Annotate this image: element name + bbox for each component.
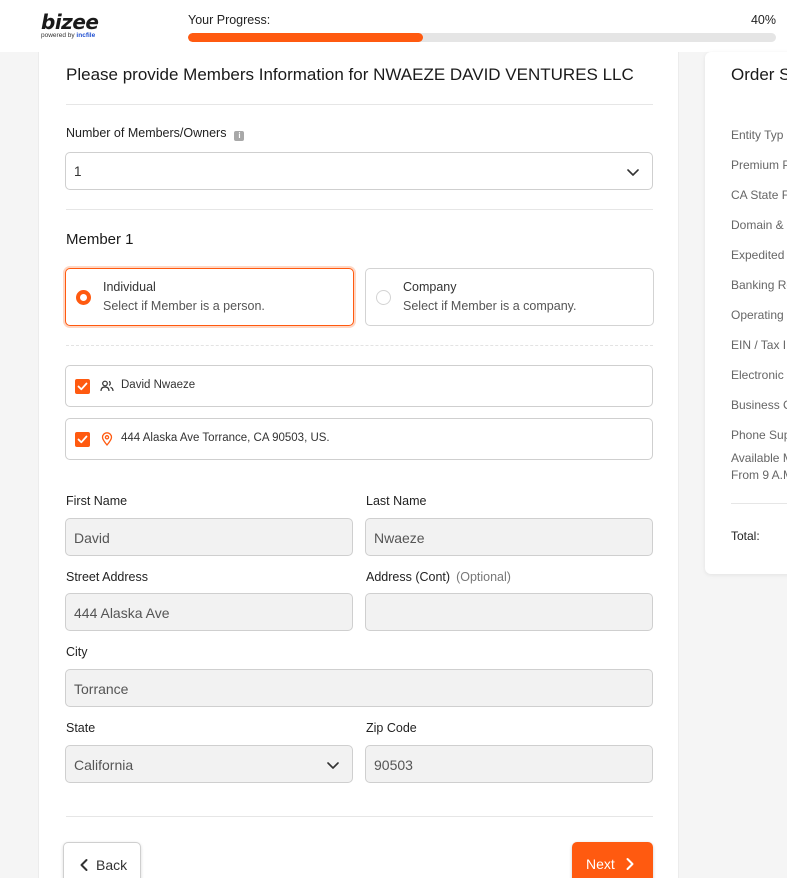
address-cont-field[interactable] xyxy=(365,593,653,631)
member-type-company[interactable]: Company Select if Member is a company. xyxy=(365,268,654,326)
address-cont-label: Address (Cont) (Optional) xyxy=(366,570,511,584)
city-label: City xyxy=(66,645,88,659)
location-pin-icon xyxy=(101,432,113,446)
members-count-label-text: Number of Members/Owners xyxy=(66,126,227,140)
summary-item: Domain & I xyxy=(731,218,787,232)
users-icon xyxy=(100,380,114,392)
summary-item: From 9 A.M xyxy=(731,468,787,482)
back-button-label: Back xyxy=(96,857,128,873)
members-form-card: Please provide Members Information for N… xyxy=(38,52,679,878)
zip-code-field[interactable]: 90503 xyxy=(365,745,653,783)
street-address-value: 444 Alaska Ave xyxy=(74,605,170,621)
zip-code-value: 90503 xyxy=(374,757,413,773)
summary-item: EIN / Tax ID xyxy=(731,338,787,352)
member-name-option[interactable]: David Nwaeze xyxy=(65,365,653,407)
logo-tagline: powered by incfile xyxy=(41,32,98,40)
next-button[interactable]: Next xyxy=(572,842,653,878)
members-count-value: 1 xyxy=(74,164,82,179)
summary-item: Banking Re xyxy=(731,278,787,292)
members-count-label: Number of Members/Owners i xyxy=(66,126,245,141)
back-button[interactable]: Back xyxy=(63,842,141,878)
member-type-description: Select if Member is a person. xyxy=(103,299,265,313)
last-name-field[interactable]: Nwaeze xyxy=(365,518,653,556)
city-field[interactable]: Torrance xyxy=(65,669,653,707)
name-checkbox[interactable] xyxy=(75,379,90,394)
member-type-title: Company xyxy=(403,280,457,294)
member-heading: Member 1 xyxy=(66,231,134,248)
summary-item: Operating xyxy=(731,308,784,322)
progress-bar-fill xyxy=(188,33,424,42)
member-type-title: Individual xyxy=(103,280,156,294)
first-name-field[interactable]: David xyxy=(65,518,353,556)
member-address-text: 444 Alaska Ave Torrance, CA 90503, US. xyxy=(121,432,330,444)
summary-item: Premium P xyxy=(731,158,787,172)
summary-item: Entity Typ xyxy=(731,128,784,142)
checkmark-icon xyxy=(77,382,88,391)
divider xyxy=(66,345,653,346)
order-summary-title: Order S xyxy=(731,65,787,84)
state-select[interactable]: California xyxy=(65,745,353,783)
chevron-right-icon xyxy=(626,858,634,870)
total-label: Total: xyxy=(731,529,760,543)
progress-bar xyxy=(188,33,776,42)
summary-item: Phone Sup xyxy=(731,428,787,442)
first-name-label: First Name xyxy=(66,494,128,508)
optional-tag: (Optional) xyxy=(456,570,511,584)
page-title: Please provide Members Information for N… xyxy=(66,65,634,84)
order-summary-card: Order S Entity Typ Premium P CA State F … xyxy=(705,52,787,574)
info-icon[interactable]: i xyxy=(234,131,245,141)
logo-wordmark: bizee xyxy=(41,10,99,34)
summary-item: Expedited xyxy=(731,248,785,262)
top-bar: bizee powered by incfile Your Progress: … xyxy=(0,0,787,52)
divider xyxy=(66,209,653,210)
divider xyxy=(66,104,653,105)
address-cont-label-text: Address (Cont) xyxy=(366,570,451,584)
logo-brand-text: incfile xyxy=(76,32,96,39)
chevron-down-icon xyxy=(327,762,339,769)
divider xyxy=(66,816,653,817)
last-name-label: Last Name xyxy=(366,494,427,508)
checkmark-icon xyxy=(77,435,88,444)
member-type-description: Select if Member is a company. xyxy=(403,299,577,313)
summary-item: Business C xyxy=(731,398,787,412)
progress-label: Your Progress: xyxy=(188,13,271,27)
member-address-option[interactable]: 444 Alaska Ave Torrance, CA 90503, US. xyxy=(65,418,653,460)
address-checkbox[interactable] xyxy=(75,432,90,447)
street-address-label: Street Address xyxy=(66,570,148,584)
progress-percent: 40% xyxy=(750,13,776,27)
summary-item: CA State F xyxy=(731,188,787,202)
last-name-value: Nwaeze xyxy=(374,530,425,546)
chevron-left-icon xyxy=(80,859,88,871)
bizee-logo[interactable]: bizee powered by incfile xyxy=(41,10,99,40)
first-name-value: David xyxy=(74,530,110,546)
summary-item: Electronic xyxy=(731,368,784,382)
street-address-field[interactable]: 444 Alaska Ave xyxy=(65,593,353,631)
zip-code-label: Zip Code xyxy=(366,721,417,735)
logo-powered-text: powered by xyxy=(41,32,75,39)
chevron-down-icon xyxy=(627,169,639,176)
divider xyxy=(731,503,787,504)
member-name-text: David Nwaeze xyxy=(121,379,196,391)
state-value: California xyxy=(74,757,134,773)
radio-unselected-icon[interactable] xyxy=(376,290,391,305)
radio-selected-icon[interactable] xyxy=(76,290,91,305)
next-button-label: Next xyxy=(586,856,615,872)
member-type-individual[interactable]: Individual Select if Member is a person. xyxy=(65,268,354,326)
city-value: Torrance xyxy=(74,681,129,697)
summary-item: Available M xyxy=(731,451,787,465)
state-label: State xyxy=(66,721,96,735)
members-count-select[interactable]: 1 xyxy=(65,152,653,190)
